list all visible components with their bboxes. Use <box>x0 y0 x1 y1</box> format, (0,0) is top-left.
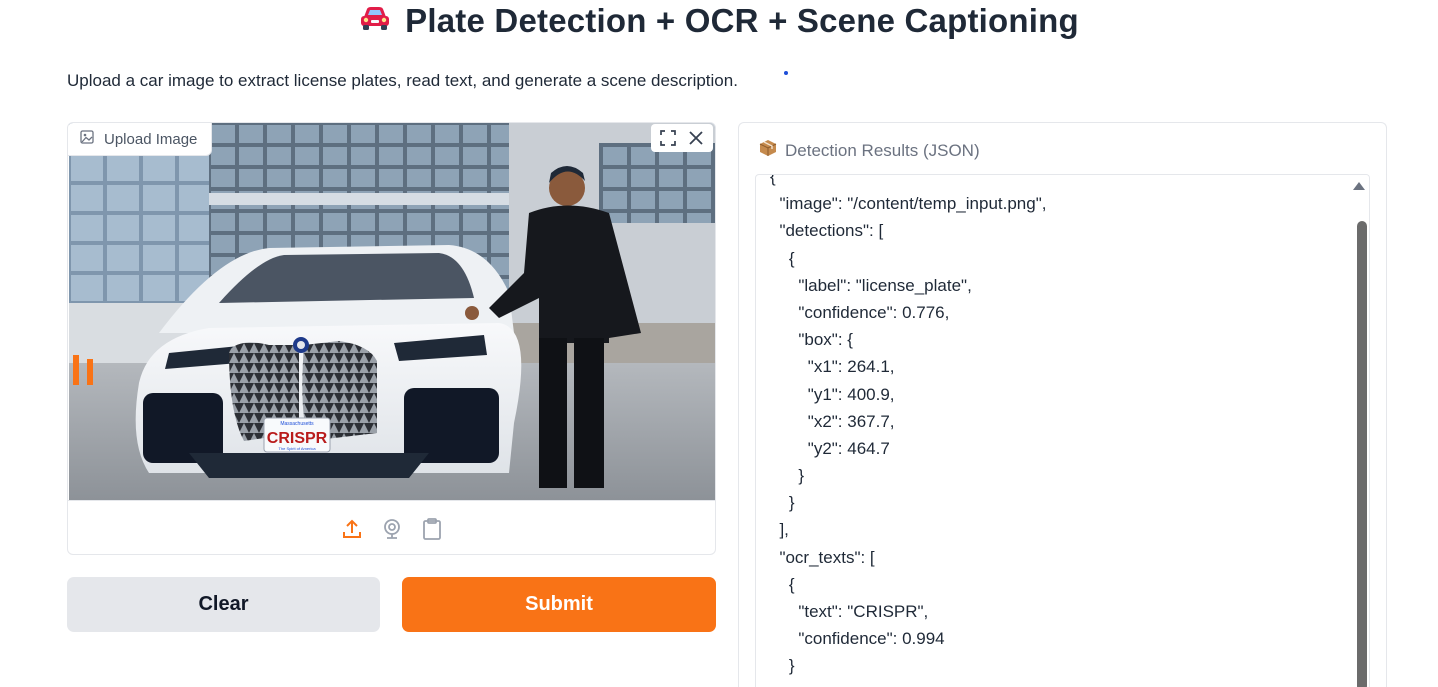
json-line: "image": "/content/temp_input.png", <box>770 194 1047 214</box>
status-dot <box>784 71 788 75</box>
plate-bottom-text: The Spirit of America <box>278 446 316 451</box>
page-title: Plate Detection + OCR + Scene Captioning <box>0 2 1438 42</box>
webcam-icon[interactable] <box>380 517 404 541</box>
image-input-panel[interactable]: Upload Image Massachusetts CRISPR The Sp… <box>67 122 716 555</box>
json-line: "detections": [ <box>770 221 884 241</box>
image-source-bar <box>68 500 715 554</box>
json-line: } <box>770 493 795 513</box>
package-icon <box>759 139 777 162</box>
clear-button[interactable]: Clear <box>67 577 380 632</box>
image-icon <box>80 130 94 148</box>
json-line: } <box>770 656 795 676</box>
json-output-label: Detection Results (JSON) <box>759 139 980 162</box>
close-icon[interactable] <box>683 124 709 152</box>
json-line: } <box>770 466 805 486</box>
page-description: Upload a car image to extract license pl… <box>67 71 738 90</box>
plate-top-text: Massachusetts <box>280 421 314 427</box>
scrollbar[interactable] <box>1353 175 1369 687</box>
json-line: "label": "license_plate", <box>770 275 972 295</box>
scroll-up-arrow-icon[interactable] <box>1353 182 1365 190</box>
plate-text: CRISPR <box>267 430 328 447</box>
title-text: Plate Detection + OCR + Scene Captioning <box>405 2 1079 39</box>
json-line: "x1": 264.1, <box>770 357 895 377</box>
json-line: "box": { <box>770 330 853 350</box>
json-output-panel: Detection Results (JSON) { "image": "/co… <box>738 122 1387 687</box>
json-line: "x2": 367.7, <box>770 411 895 431</box>
json-line: "confidence": 0.994 <box>770 629 945 649</box>
json-line: "y2": 464.7 <box>770 438 890 458</box>
json-code-view[interactable]: { "image": "/content/temp_input.png", "d… <box>755 174 1370 687</box>
uploaded-car-image: Massachusetts CRISPR The Spirit of Ameri… <box>69 123 715 500</box>
fullscreen-icon[interactable] <box>655 124 681 152</box>
json-line: "y1": 400.9, <box>770 384 895 404</box>
upload-icon[interactable] <box>340 517 364 541</box>
json-line: "ocr_texts": [ <box>770 547 875 567</box>
json-line: ], <box>770 520 789 540</box>
clipboard-icon[interactable] <box>420 517 444 541</box>
json-line: { <box>770 574 795 594</box>
submit-button[interactable]: Submit <box>402 577 716 632</box>
json-line: { <box>770 174 776 186</box>
json-output-label-text: Detection Results (JSON) <box>785 140 980 160</box>
car-icon <box>359 1 391 39</box>
image-input-label: Upload Image <box>68 123 213 156</box>
json-lines: { "image": "/content/temp_input.png", "d… <box>770 174 1047 680</box>
json-line: { <box>770 248 795 268</box>
image-toolbar <box>651 124 713 152</box>
json-line: "text": "CRISPR", <box>770 602 929 621</box>
json-line: "confidence": 0.776, <box>770 302 950 322</box>
image-input-label-text: Upload Image <box>104 130 198 148</box>
scrollbar-thumb[interactable] <box>1357 221 1367 687</box>
